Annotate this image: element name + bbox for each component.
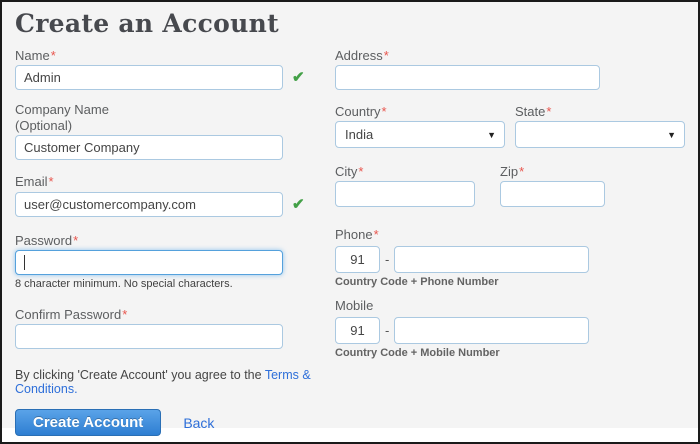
country-field-group: Country* India ▼	[335, 104, 505, 148]
company-label: Company Name(Optional)	[15, 102, 320, 134]
password-hint: 8 character minimum. No special characte…	[15, 278, 320, 290]
address-label: Address*	[335, 48, 686, 64]
mobile-number-input[interactable]	[394, 317, 589, 344]
required-asterisk: *	[73, 233, 78, 248]
email-field-group: Email* ✔	[15, 174, 320, 217]
phone-field-group: Phone* - Country Code + Phone Number	[335, 227, 686, 288]
company-optional-label: (Optional)	[15, 118, 320, 134]
required-asterisk: *	[122, 307, 127, 322]
valid-check-icon: ✔	[292, 197, 305, 212]
state-field-group: State* ▼	[515, 104, 685, 148]
password-input[interactable]	[15, 250, 283, 275]
mobile-hint: Country Code + Mobile Number	[335, 347, 686, 359]
required-asterisk: *	[51, 48, 56, 63]
required-asterisk: *	[49, 174, 54, 189]
state-label: State*	[515, 104, 685, 120]
create-account-button[interactable]: Create Account	[15, 409, 161, 436]
confirm-password-field-group: Confirm Password*	[15, 307, 320, 349]
address-field-group: Address*	[335, 48, 686, 90]
required-asterisk: *	[519, 164, 524, 179]
address-input[interactable]	[335, 65, 600, 90]
phone-number-input[interactable]	[394, 246, 589, 273]
city-field-group: City*	[335, 164, 475, 207]
confirm-password-label: Confirm Password*	[15, 307, 320, 323]
form-left-column: Name* ✔ Company Name(Optional) Email* ✔ …	[15, 42, 320, 436]
mobile-separator: -	[385, 323, 389, 338]
mobile-label: Mobile	[335, 298, 686, 314]
chevron-down-icon: ▼	[487, 130, 496, 140]
name-input[interactable]	[15, 65, 283, 90]
required-asterisk: *	[382, 104, 387, 119]
form-area: Create an Account Name* ✔ Company Name(O…	[2, 2, 698, 428]
city-label: City*	[335, 164, 475, 180]
mobile-field-group: Mobile - Country Code + Mobile Number	[335, 298, 686, 359]
country-state-row: Country* India ▼ State* ▼	[335, 104, 686, 148]
text-cursor	[24, 255, 25, 270]
required-asterisk: *	[384, 48, 389, 63]
back-link[interactable]: Back	[183, 415, 214, 431]
company-input[interactable]	[15, 135, 283, 160]
confirm-password-input[interactable]	[15, 324, 283, 349]
phone-hint: Country Code + Phone Number	[335, 276, 686, 288]
city-zip-row: City* Zip*	[335, 164, 686, 207]
page-title: Create an Account	[15, 9, 279, 38]
company-field-group: Company Name(Optional)	[15, 102, 320, 160]
mobile-country-code-input[interactable]	[335, 317, 380, 344]
form-actions: Create Account Back	[15, 409, 320, 436]
zip-label: Zip*	[500, 164, 605, 180]
password-label: Password*	[15, 233, 320, 249]
password-field-group: Password* 8 character minimum. No specia…	[15, 233, 320, 290]
state-select[interactable]: ▼	[515, 121, 685, 148]
zip-input[interactable]	[500, 181, 605, 207]
city-input[interactable]	[335, 181, 475, 207]
email-label: Email*	[15, 174, 320, 190]
create-account-window: Create an Account Name* ✔ Company Name(O…	[0, 0, 700, 444]
required-asterisk: *	[358, 164, 363, 179]
country-select[interactable]: India ▼	[335, 121, 505, 148]
phone-label: Phone*	[335, 227, 686, 243]
name-label: Name*	[15, 48, 320, 64]
valid-check-icon: ✔	[292, 70, 305, 85]
agreement-text: By clicking 'Create Account' you agree t…	[15, 368, 320, 396]
name-field-group: Name* ✔	[15, 48, 320, 90]
form-right-column: Address* Country* India ▼ State* ▼	[335, 42, 686, 359]
phone-separator: -	[385, 252, 389, 267]
required-asterisk: *	[546, 104, 551, 119]
zip-field-group: Zip*	[500, 164, 605, 207]
email-input[interactable]	[15, 192, 283, 217]
chevron-down-icon: ▼	[667, 130, 676, 140]
country-label: Country*	[335, 104, 505, 120]
required-asterisk: *	[374, 227, 379, 242]
phone-country-code-input[interactable]	[335, 246, 380, 273]
